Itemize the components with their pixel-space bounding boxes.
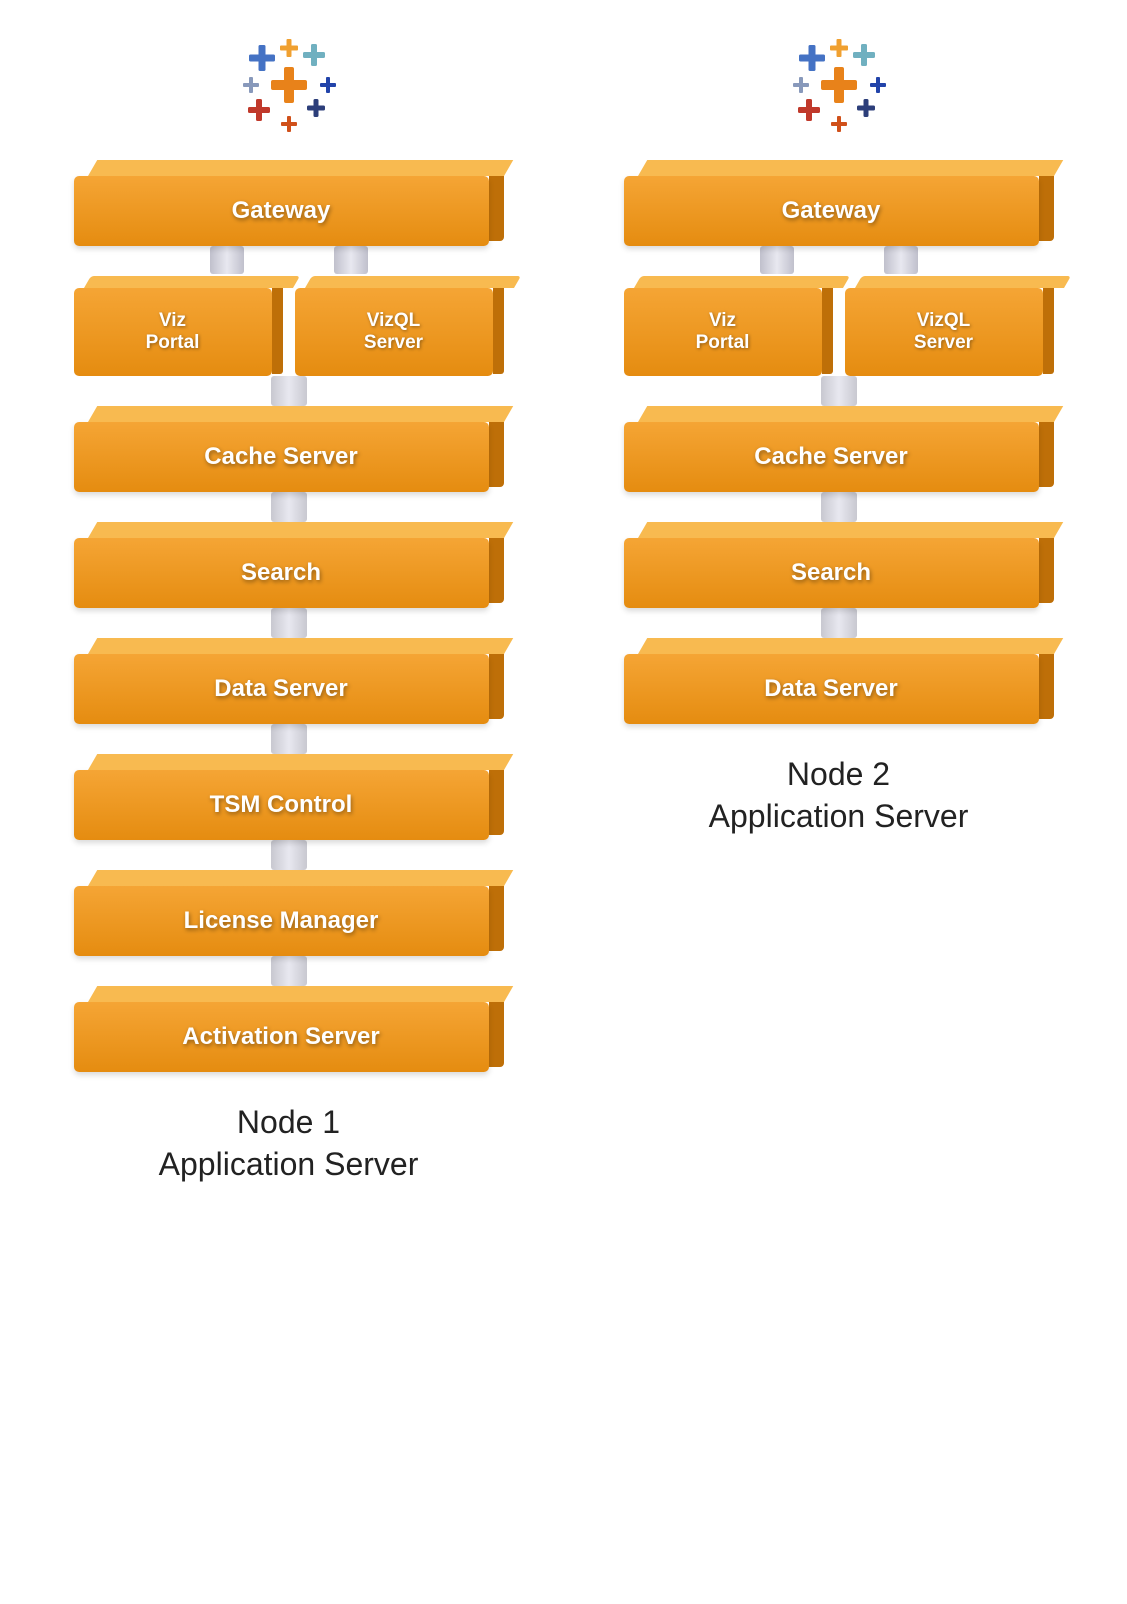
dataserver-label-node1: Data Server	[214, 675, 347, 703]
vizportal-block-node2: Viz Portal	[624, 276, 833, 376]
node2-label-line1: Node 2	[787, 756, 890, 792]
dataserver-front-node1: Data Server	[74, 654, 489, 724]
tsm-block-node1: TSM Control	[74, 754, 504, 840]
tsm-label-node1: TSM Control	[210, 791, 353, 819]
licmgr-label-node1: License Manager	[184, 907, 379, 935]
cache-label-node2: Cache Server	[754, 443, 907, 471]
cache-label-node1: Cache Server	[204, 443, 357, 471]
connector-cache-search-node1	[271, 492, 307, 522]
tableau-logo-node2	[784, 30, 894, 140]
node2-column: Gateway Viz Portal VizQL Server	[594, 30, 1084, 837]
vizportal-label-node1: Viz Portal	[146, 310, 200, 354]
gateway-front-node2: Gateway	[624, 176, 1039, 246]
connector-lic-act-node1	[271, 956, 307, 986]
gateway-front-node1: Gateway	[74, 176, 489, 246]
actserver-front-node1: Activation Server	[74, 1002, 489, 1072]
connector-double-node1	[74, 246, 504, 276]
tableau-logo-node1	[234, 30, 344, 140]
dataserver-label-node2: Data Server	[764, 675, 897, 703]
node2-label: Node 2 Application Server	[709, 754, 969, 837]
cache-block-node1: Cache Server	[74, 406, 504, 492]
connector-search-data-node1	[271, 608, 307, 638]
dataserver-block-node1: Data Server	[74, 638, 504, 724]
main-container: Gateway Viz Portal VizQL Serv	[20, 30, 1107, 1185]
licmgr-block-node1: License Manager	[74, 870, 504, 956]
cache-block-node2: Cache Server	[624, 406, 1054, 492]
connector-tsm-lic-node1	[271, 840, 307, 870]
gateway-block-node2: Gateway	[624, 160, 1054, 246]
search-label-node2: Search	[791, 559, 871, 587]
node1-label-line1: Node 1	[237, 1104, 340, 1140]
actserver-block-node1: Activation Server	[74, 986, 504, 1072]
cache-front-node2: Cache Server	[624, 422, 1039, 492]
split-row-node1: Viz Portal VizQL Server	[74, 276, 504, 376]
search-front-node1: Search	[74, 538, 489, 608]
search-front-node2: Search	[624, 538, 1039, 608]
search-block-node1: Search	[74, 522, 504, 608]
tsm-front-node1: TSM Control	[74, 770, 489, 840]
connector-after-split-node2	[821, 376, 857, 406]
dataserver-front-node2: Data Server	[624, 654, 1039, 724]
node1-column: Gateway Viz Portal VizQL Serv	[44, 30, 534, 1185]
connector-double-node2	[624, 246, 1054, 276]
gateway-label-node2: Gateway	[782, 197, 881, 225]
split-row-node2: Viz Portal VizQL Server	[624, 276, 1054, 376]
vizql-block-node2: VizQL Server	[845, 276, 1054, 376]
node1-label-line2: Application Server	[159, 1146, 419, 1182]
search-label-node1: Search	[241, 559, 321, 587]
licmgr-front-node1: License Manager	[74, 886, 489, 956]
connector-search-data-node2	[821, 608, 857, 638]
dataserver-block-node2: Data Server	[624, 638, 1054, 724]
gateway-block-node1: Gateway	[74, 160, 504, 246]
node1-label: Node 1 Application Server	[159, 1102, 419, 1185]
search-block-node2: Search	[624, 522, 1054, 608]
vizportal-block-node1: Viz Portal	[74, 276, 283, 376]
cache-front-node1: Cache Server	[74, 422, 489, 492]
connector-after-vizportalvizql-node1	[271, 376, 307, 406]
vizql-label-node1: VizQL Server	[364, 310, 423, 354]
actserver-label-node1: Activation Server	[182, 1023, 379, 1051]
connector-data-tsm-node1	[271, 724, 307, 754]
vizportal-label-node2: Viz Portal	[696, 310, 750, 354]
vizql-label-node2: VizQL Server	[914, 310, 973, 354]
vizql-block-node1: VizQL Server	[295, 276, 504, 376]
gateway-label-node1: Gateway	[232, 197, 331, 225]
node2-label-line2: Application Server	[709, 798, 969, 834]
connector-cache-search-node2	[821, 492, 857, 522]
